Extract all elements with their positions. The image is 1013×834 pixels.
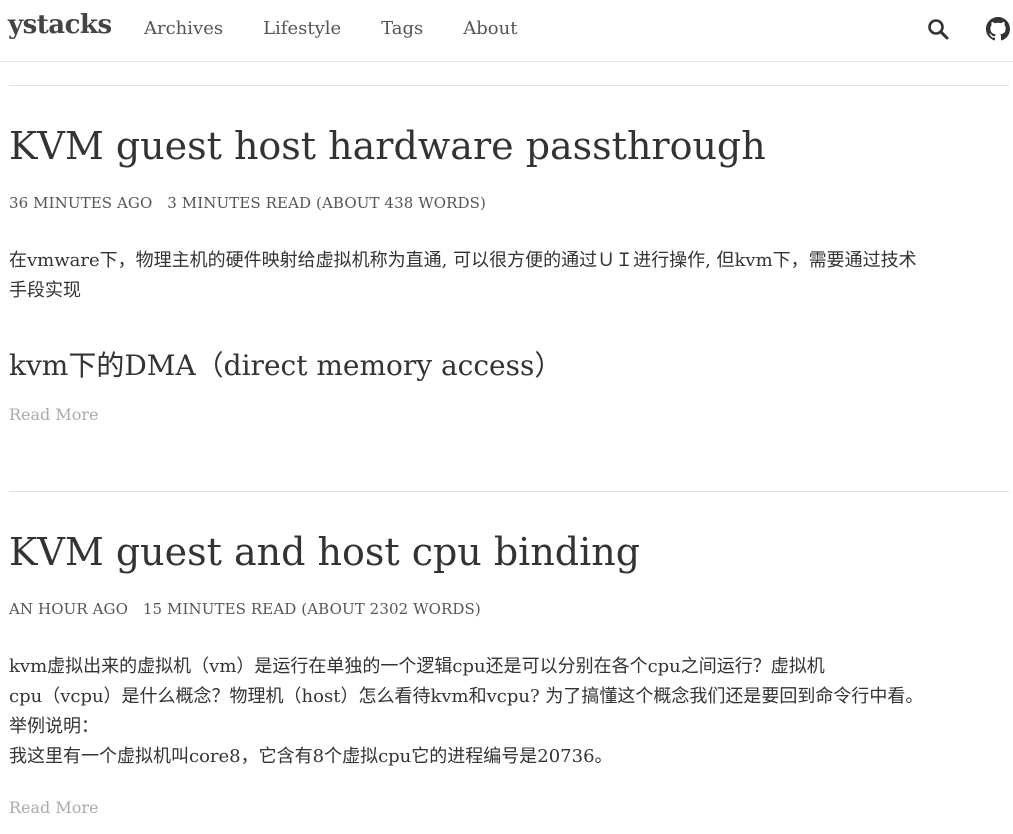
github-icon[interactable] [986,17,1010,41]
post-meta: 36 MINUTES AGO 3 MINUTES READ (ABOUT 438… [9,194,496,212]
excerpt-line: kvm虚拟出来的虚拟机（vm）是运行在单独的一个逻辑cpu还是可以分别在各个cp… [9,656,825,677]
read-more-link[interactable]: Read More [9,405,99,424]
search-icon[interactable] [926,17,950,41]
excerpt-line: 举例说明： [9,716,99,737]
post-title[interactable]: KVM guest and host cpu binding [9,530,640,574]
post-excerpt: kvm虚拟出来的虚拟机（vm）是运行在单独的一个逻辑cpu还是可以分别在各个cp… [9,652,1004,772]
nav-about[interactable]: About [463,18,517,39]
site-brand[interactable]: ystacks [8,10,112,40]
read-more-link[interactable]: Read More [9,798,99,817]
nav-archives[interactable]: Archives [144,18,223,39]
post-title[interactable]: KVM guest host hardware passthrough [9,124,766,168]
post-excerpt: 在vmware下，物理主机的硬件映射给虚拟机称为直通, 可以很方便的通过ＵＩ进行… [9,246,1004,306]
post-time: AN HOUR AGO [9,600,129,618]
excerpt-line: cpu（vcpu）是什么概念？物理机（host）怎么看待kvm和vcpu? 为了… [9,686,924,707]
post-divider [9,85,1009,86]
excerpt-line: 在vmware下，物理主机的硬件映射给虚拟机称为直通, 可以很方便的通过ＵＩ进行… [9,250,917,271]
top-navbar: ystacks Archives Lifestyle Tags About [0,0,1013,62]
post-read-time: 15 MINUTES READ (ABOUT 2302 WORDS) [142,600,481,618]
excerpt-line: 手段实现 [9,280,81,301]
post-divider [9,491,1009,492]
excerpt-line: 我这里有一个虚拟机叫core8，它含有8个虚拟cpu它的进程编号是20736。 [9,746,613,767]
post-read-time: 3 MINUTES READ (ABOUT 438 WORDS) [167,194,486,212]
post-subheading: kvm下的DMA（direct memory access） [9,349,563,382]
nav-tags[interactable]: Tags [381,18,423,39]
main-nav: Archives Lifestyle Tags About [144,18,557,39]
post-time: 36 MINUTES AGO [9,194,153,212]
nav-lifestyle[interactable]: Lifestyle [263,18,341,39]
post-meta: AN HOUR AGO 15 MINUTES READ (ABOUT 2302 … [9,600,491,618]
